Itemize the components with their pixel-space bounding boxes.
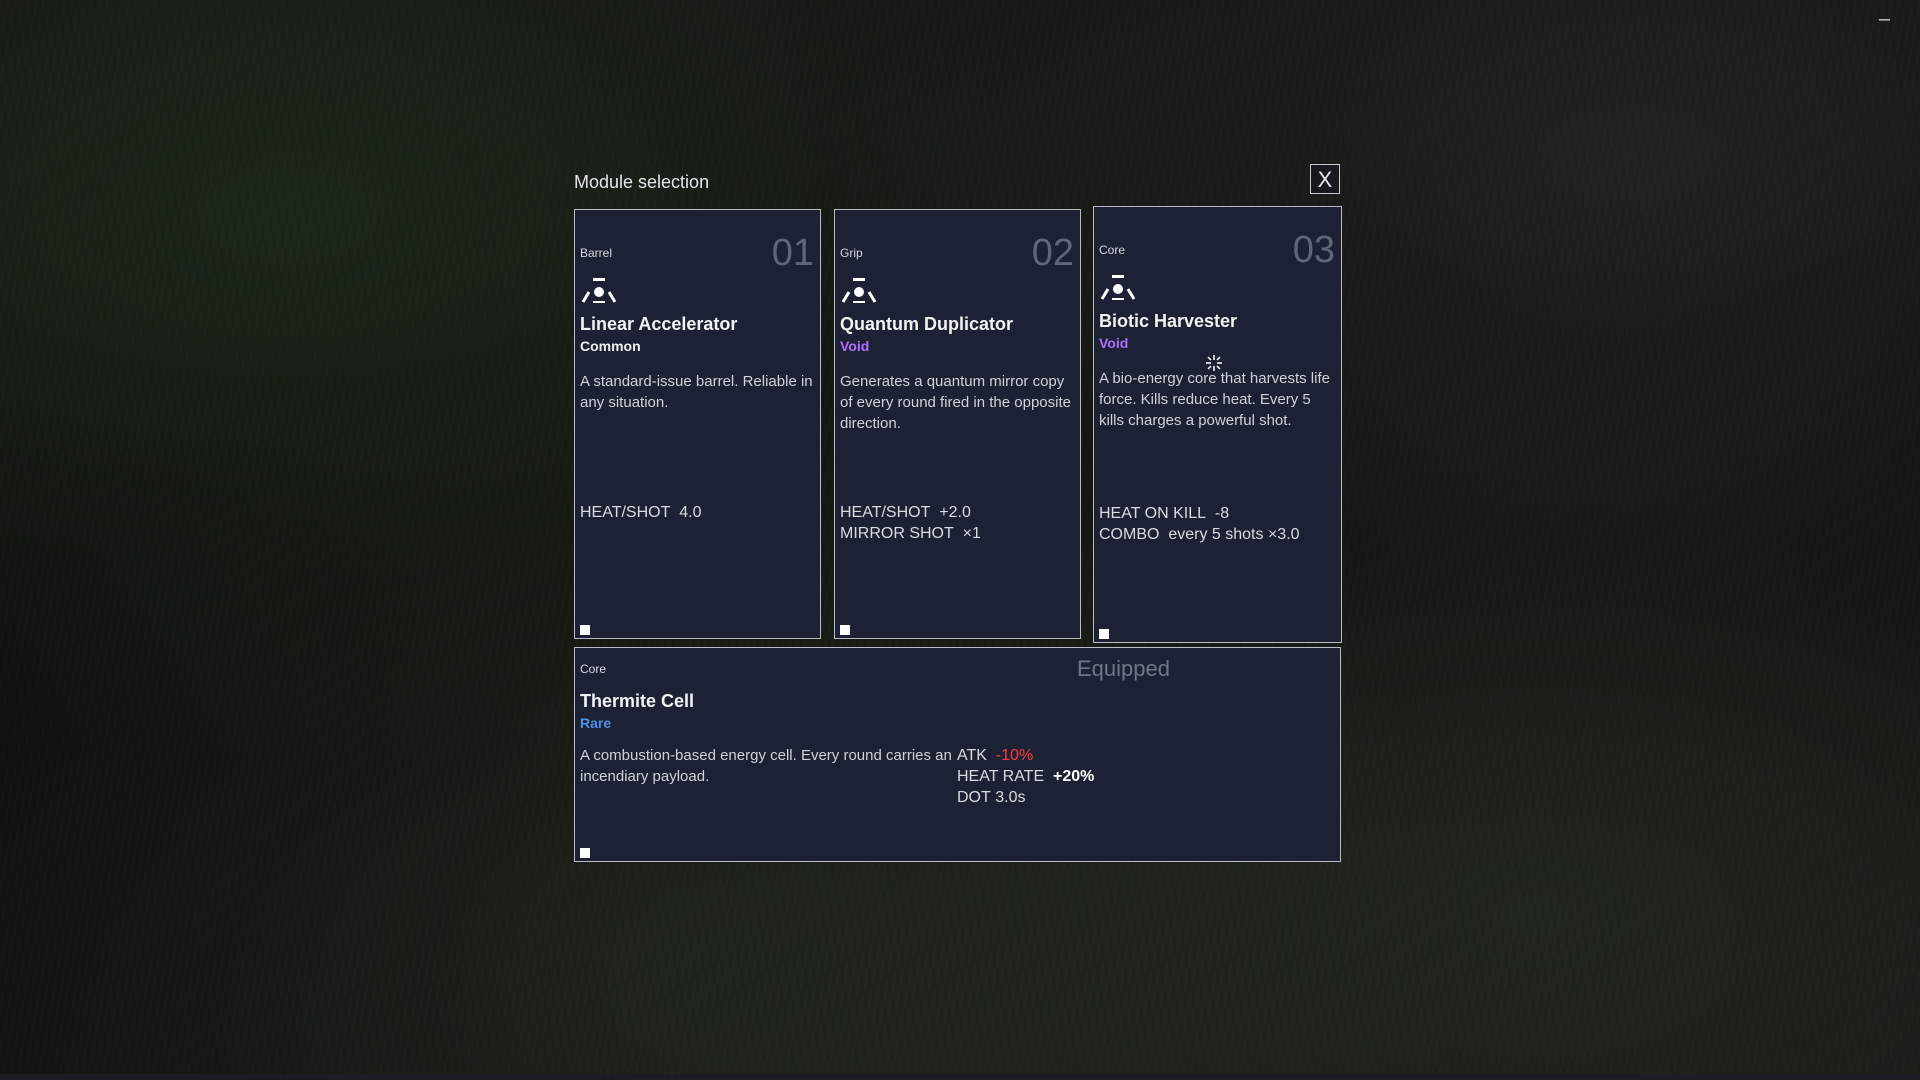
module-card-01[interactable]: Barrel 01 Linear Accelerator Common A st… (574, 209, 821, 639)
module-icon (581, 278, 617, 303)
select-indicator (840, 625, 850, 635)
module-name: Biotic Harvester (1099, 311, 1238, 331)
module-rarity: Void (840, 338, 870, 354)
stat-line: HEAT/SHOT 4.0 (580, 504, 702, 521)
module-category: Barrel (580, 246, 613, 260)
stat-line: DOT 3.0s (957, 789, 1026, 806)
select-indicator (1099, 629, 1109, 639)
module-name: Linear Accelerator (580, 314, 738, 334)
module-stats: HEAT/SHOT 4.0 (580, 502, 702, 523)
select-indicator (580, 848, 590, 858)
module-rarity: Common (580, 338, 641, 354)
equipped-status: Equipped (1077, 656, 1170, 681)
module-description: A combustion-based energy cell. Every ro… (580, 747, 952, 785)
module-name: Thermite Cell (580, 691, 695, 711)
module-category: Grip (840, 246, 863, 260)
module-card-03[interactable]: Core 03 Biotic Harvester Void A bio-ener… (1093, 206, 1342, 643)
module-description: A bio-energy core that harvests life for… (1099, 370, 1330, 429)
module-rarity: Rare (580, 715, 612, 731)
stat-line: HEAT ON KILL -8 (1099, 505, 1230, 522)
select-indicator (580, 625, 590, 635)
module-icon (1100, 275, 1136, 300)
module-category: Core (580, 662, 607, 676)
module-rarity: Void (1099, 335, 1129, 351)
close-button[interactable]: X (1310, 164, 1340, 194)
cursor-icon (1206, 355, 1222, 371)
module-stats: HEAT ON KILL -8 COMBO every 5 shots ×3.0 (1099, 503, 1300, 545)
stat-line: HEAT/SHOT +2.0 (840, 504, 971, 521)
module-stats: ATK -10% HEAT RATE +20% DOT 3.0s (957, 745, 1094, 808)
module-description: Generates a quantum mirror copy of every… (840, 373, 1071, 432)
module-description: A standard-issue barrel. Reliable in any… (580, 373, 813, 411)
stat-line: MIRROR SHOT ×1 (840, 525, 981, 542)
bottom-bar (0, 1074, 1920, 1080)
module-card-02[interactable]: Grip 02 Quantum Duplicator Void Generate… (834, 209, 1081, 639)
stat-line: HEAT RATE +20% (957, 768, 1095, 785)
dialog-title: Module selection (574, 172, 710, 192)
module-name: Quantum Duplicator (840, 314, 1014, 334)
module-icon (841, 278, 877, 303)
stat-line: ATK -10% (957, 747, 1034, 764)
module-number: 03 (1292, 229, 1335, 271)
stat-line: COMBO every 5 shots ×3.0 (1099, 526, 1300, 543)
module-stats: HEAT/SHOT +2.0 MIRROR SHOT ×1 (840, 502, 981, 544)
minimize-icon[interactable]: – (1879, 8, 1890, 31)
module-number: 02 (1031, 232, 1074, 274)
module-number: 01 (771, 232, 814, 274)
equipped-module-panel: Core Equipped Thermite Cell Rare A combu… (574, 647, 1341, 862)
module-category: Core (1099, 243, 1126, 257)
